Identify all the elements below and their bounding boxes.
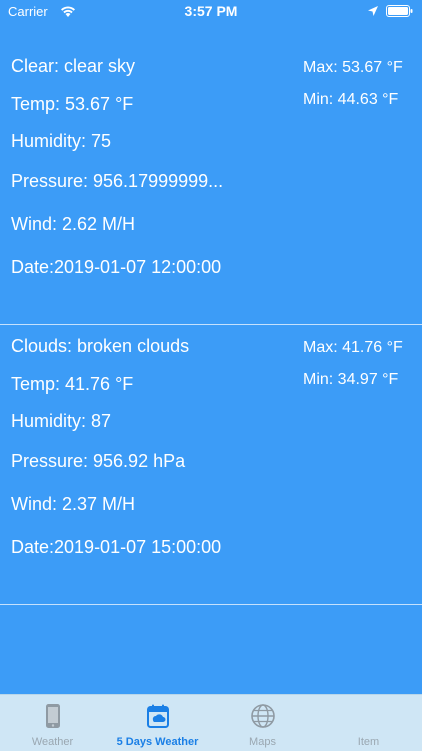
min-temp-label: Min: 44.63 °F: [303, 91, 399, 108]
wind-label: Wind: 2.62 M/H: [11, 214, 136, 234]
max-temp-label: Max: 41.76 °F: [303, 339, 403, 356]
pressure-label: Pressure: 956.17999999...: [11, 171, 224, 191]
tab-item[interactable]: Item: [316, 695, 421, 751]
tab-label: 5 Days Weather: [116, 736, 199, 748]
temp-label: Temp: 41.76 °F: [11, 374, 134, 394]
battery-icon: [386, 5, 413, 17]
forecast-list[interactable]: Clear: clear sky Temp: 53.67 °F Humidity…: [0, 44, 422, 605]
calendar-icon: [146, 704, 169, 728]
location-arrow-icon: [368, 6, 378, 16]
max-temp-label: Max: 53.67 °F: [303, 59, 403, 76]
tab-bar: Weather 5 Days Weather Maps Item: [0, 694, 422, 751]
tab-label: Maps: [249, 736, 276, 748]
tab-maps[interactable]: Maps: [210, 695, 315, 751]
forecast-cell[interactable]: Clouds: broken clouds Temp: 41.76 °F Hum…: [0, 324, 422, 604]
tab-weather[interactable]: Weather: [0, 695, 105, 751]
tab-label: Weather: [31, 736, 74, 748]
temp-label: Temp: 53.67 °F: [11, 94, 134, 114]
phone-icon: [45, 704, 60, 728]
humidity-label: Humidity: 87: [11, 411, 112, 431]
status-bar: Carrier 3:57 PM: [0, 0, 422, 24]
clock: 3:57 PM: [184, 3, 238, 19]
forecast-cell[interactable]: Clear: clear sky Temp: 53.67 °F Humidity…: [0, 44, 422, 324]
pressure-label: Pressure: 956.92 hPa: [11, 451, 186, 471]
condition-label: Clear: clear sky: [11, 56, 136, 76]
globe-icon: [250, 704, 275, 728]
humidity-label: Humidity: 75: [11, 131, 112, 151]
date-label: Date:2019-01-07 12:00:00: [11, 257, 222, 277]
min-temp-label: Min: 34.97 °F: [303, 371, 399, 388]
condition-label: Clouds: broken clouds: [11, 336, 190, 356]
cell-divider: [0, 604, 422, 605]
tab-5-days-weather[interactable]: 5 Days Weather: [105, 695, 210, 751]
wind-label: Wind: 2.37 M/H: [11, 494, 136, 514]
date-label: Date:2019-01-07 15:00:00: [11, 537, 222, 557]
tab-label: Item: [357, 736, 380, 748]
